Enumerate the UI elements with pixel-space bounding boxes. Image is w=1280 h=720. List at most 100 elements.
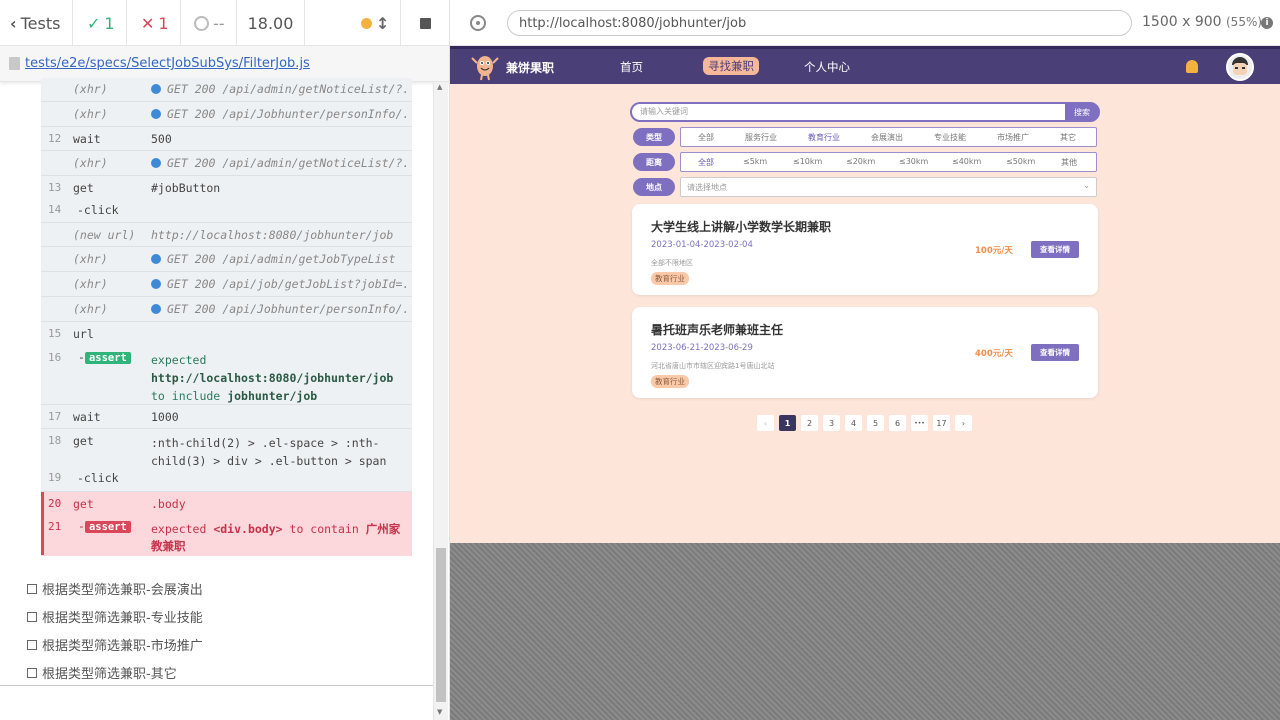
failed-command-group[interactable]: 20 get .body 21 - assert expected <div.bo… — [41, 492, 412, 556]
reporter-panel: ‹ Tests ✓ 1 ✕ 1 -- 18.00 ↕ tests/e2e/spe… — [0, 0, 450, 720]
distance-option[interactable]: 其他 — [1061, 157, 1077, 168]
prev-page-button[interactable]: ‹ — [757, 415, 774, 431]
command-row[interactable]: 12 wait 500 — [41, 127, 412, 151]
type-option[interactable]: 会展演出 — [871, 132, 903, 143]
command-row[interactable]: (new url) http://localhost:8080/jobhunte… — [41, 223, 412, 247]
assert-badge: assert — [84, 352, 131, 364]
nav-find-job[interactable]: 寻找兼职 — [703, 57, 759, 75]
type-option[interactable]: 其它 — [1060, 132, 1076, 143]
command-row[interactable]: (xhr) GET 200 /api/admin/getNoticeList/?… — [41, 151, 412, 176]
command-row[interactable]: (xhr) GET 200 /api/Jobhunter/personInfo/… — [41, 297, 412, 322]
distance-option[interactable]: ≤20km — [846, 157, 875, 166]
type-option[interactable]: 市场推广 — [997, 132, 1029, 143]
page-button[interactable]: 5 — [867, 415, 884, 431]
distance-option[interactable]: ≤5km — [743, 157, 767, 166]
search-button[interactable]: 搜索 — [1065, 102, 1099, 122]
job-location: 全部不限地区 — [651, 259, 693, 267]
command-row[interactable]: (xhr) GET 200 /api/Jobhunter/personInfo/… — [41, 102, 412, 127]
command-row[interactable]: (xhr) GET 200 /api/admin/getJobTypeList — [41, 247, 412, 272]
job-tag: 教育行业 — [651, 375, 689, 388]
type-option[interactable]: 服务行业 — [745, 132, 777, 143]
test-item[interactable]: 根据类型筛选兼职-其它 — [27, 663, 177, 682]
distance-option[interactable]: ≤50km — [1006, 157, 1035, 166]
type-filter-label: 类型 — [633, 128, 675, 146]
test-item[interactable]: 根据类型筛选兼职-专业技能 — [27, 607, 203, 626]
place-filter-label: 地点 — [633, 178, 675, 196]
scroll-thumb[interactable] — [436, 548, 446, 702]
nav-personal-center[interactable]: 个人中心 — [804, 59, 850, 75]
chevron-left-icon: ‹ — [10, 13, 17, 33]
job-title: 暑托班声乐老师兼班主任 — [651, 323, 784, 337]
command-row[interactable]: 14 -click — [41, 199, 412, 223]
job-location: 河北省唐山市市辖区迎宾路1号唐山北站 — [651, 362, 775, 370]
scroll-up-icon[interactable]: ▲ — [437, 83, 442, 91]
pending-square-icon — [27, 583, 37, 594]
xhr-dot-icon — [151, 254, 161, 264]
command-row[interactable]: 17 wait 1000 — [41, 405, 412, 429]
status-dot-icon — [361, 17, 372, 29]
type-option[interactable]: 全部 — [698, 132, 714, 143]
distance-option[interactable]: 全部 — [698, 157, 714, 168]
page-button[interactable]: 1 — [779, 415, 796, 431]
view-details-button[interactable]: 查看详情 — [1031, 241, 1079, 258]
test-item[interactable]: 根据类型筛选兼职-会展演出 — [27, 579, 203, 598]
job-card[interactable]: 暑托班声乐老师兼班主任 2023-06-21-2023-06-29 河北省唐山市… — [632, 307, 1098, 398]
url-field[interactable]: http://localhost:8080/jobhunter/job — [507, 10, 1132, 36]
spec-file-bar[interactable]: tests/e2e/specs/SelectJobSubSys/FilterJo… — [0, 46, 449, 82]
page-button[interactable]: 2 — [801, 415, 818, 431]
pagination: ‹ 1 2 3 4 5 6 ••• 17 › — [757, 415, 977, 431]
command-row[interactable]: 15 url — [41, 322, 412, 346]
command-row[interactable]: (xhr) GET 200 /api/job/getJobList?jobId=… — [41, 272, 412, 297]
info-icon[interactable]: i — [1261, 17, 1273, 29]
xhr-dot-icon — [151, 279, 161, 289]
page-button[interactable]: 3 — [823, 415, 840, 431]
failed-count[interactable]: ✕ 1 — [127, 0, 181, 46]
xhr-dot-icon — [151, 304, 161, 314]
bell-icon[interactable] — [1186, 60, 1198, 73]
nav-home[interactable]: 首页 — [620, 59, 643, 75]
scroll-down-icon[interactable]: ▼ — [437, 708, 442, 716]
avatar[interactable] — [1226, 53, 1254, 81]
more-pages-button[interactable]: ••• — [911, 415, 928, 431]
reporter-scrollbar[interactable]: ▲ ▼ — [433, 82, 448, 720]
divider — [0, 685, 433, 686]
type-option[interactable]: 教育行业 — [808, 132, 840, 143]
type-option[interactable]: 专业技能 — [934, 132, 966, 143]
command-row[interactable]: 18 get :nth-child(2) > .el-space > :nth-… — [41, 429, 412, 469]
place-select[interactable]: 请选择地点 ⌄ — [680, 177, 1097, 197]
page-button[interactable]: 17 — [933, 415, 950, 431]
pending-count[interactable]: -- — [181, 0, 237, 46]
distance-option[interactable]: ≤10km — [793, 157, 822, 166]
job-card[interactable]: 大学生线上讲解小学数学长期兼职 2023-01-04-2023-02-04 全部… — [632, 204, 1098, 295]
app-preview: http://localhost:8080/jobhunter/job 1500… — [450, 0, 1280, 720]
page-button[interactable]: 4 — [845, 415, 862, 431]
command-row[interactable]: 13 get #jobButton — [41, 176, 412, 199]
distance-option[interactable]: ≤30km — [899, 157, 928, 166]
passed-count[interactable]: ✓ 1 — [73, 0, 127, 46]
url-bar: http://localhost:8080/jobhunter/job 1500… — [450, 0, 1280, 46]
xhr-dot-icon — [151, 84, 161, 94]
job-tag: 教育行业 — [651, 272, 689, 285]
page-button[interactable]: 6 — [889, 415, 906, 431]
job-dates: 2023-06-21-2023-06-29 — [651, 343, 753, 353]
distance-filter-label: 距离 — [633, 153, 675, 171]
job-dates: 2023-01-04-2023-02-04 — [651, 240, 753, 250]
search-input[interactable]: 请输入关键词 — [640, 106, 688, 117]
distance-option[interactable]: ≤40km — [952, 157, 981, 166]
autoscroll-toggle[interactable]: ↕ — [305, 0, 401, 46]
stop-button[interactable] — [401, 0, 449, 46]
tests-back-button[interactable]: ‹ Tests — [0, 0, 73, 46]
xhr-dot-icon — [151, 109, 161, 119]
aut-frame: 兼饼果职 首页 寻找兼职 个人中心 请输入关键词 搜索 类型 全部 服务行业 教… — [450, 46, 1280, 543]
test-item[interactable]: 根据类型筛选兼职-市场推广 — [27, 635, 203, 654]
tests-label: Tests — [20, 13, 61, 33]
command-row[interactable]: 19 -click — [41, 469, 412, 492]
view-details-button[interactable]: 查看详情 — [1031, 344, 1079, 361]
spec-path[interactable]: tests/e2e/specs/SelectJobSubSys/FilterJo… — [25, 56, 310, 71]
assert-pass-row[interactable]: 16 - assert expected http://localhost:808… — [41, 346, 412, 405]
reporter-header: ‹ Tests ✓ 1 ✕ 1 -- 18.00 ↕ — [0, 0, 449, 46]
command-row[interactable]: (xhr) GET 200 /api/admin/getNoticeList/?… — [41, 78, 412, 102]
next-page-button[interactable]: › — [955, 415, 972, 431]
selector-playground-icon[interactable] — [470, 15, 486, 31]
cross-icon: ✕ — [141, 13, 155, 33]
